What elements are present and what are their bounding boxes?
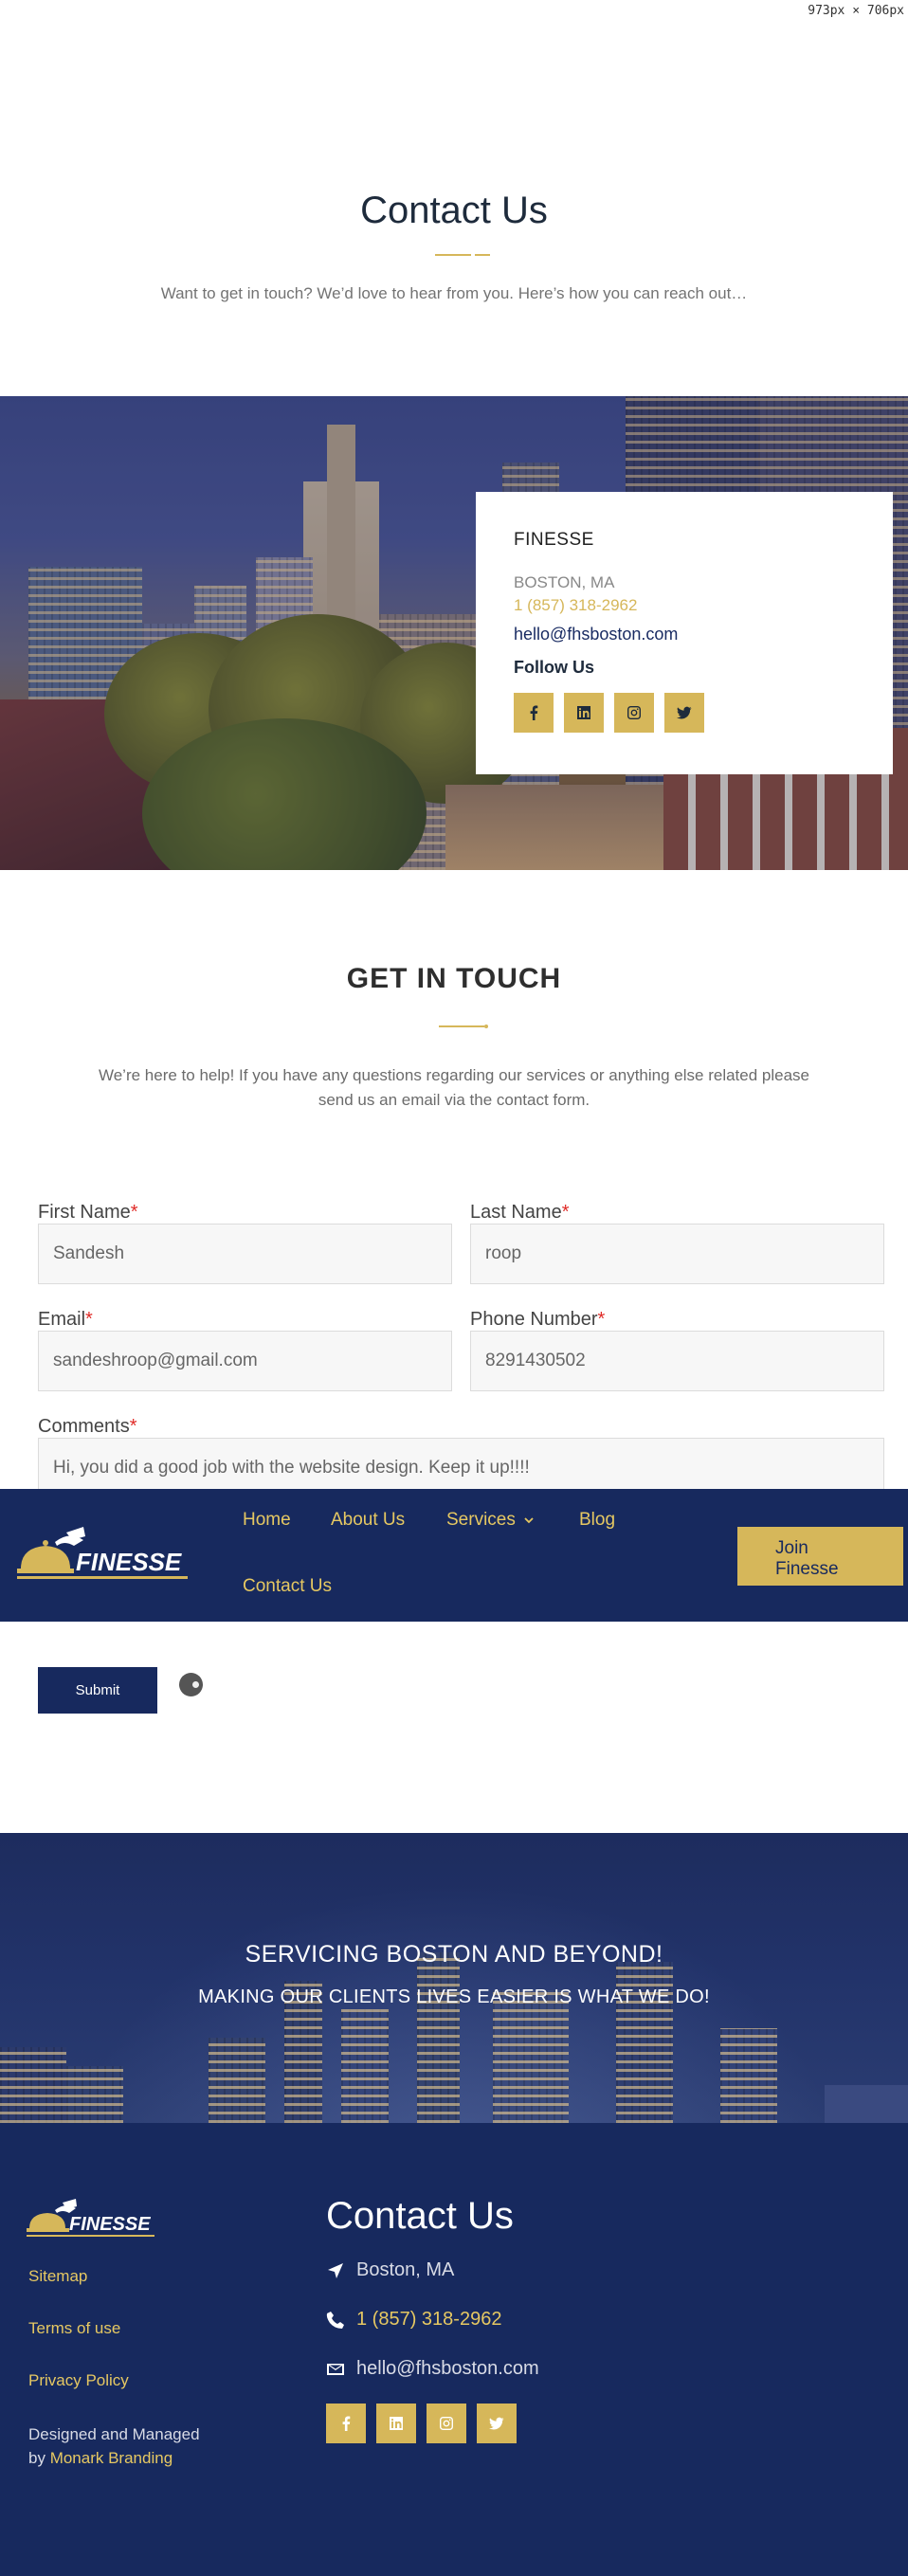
email-label: Email* [38, 1309, 93, 1330]
get-in-touch-text: We’re here to help! If you have any ques… [98, 1066, 810, 1109]
viewport-size-label: 973px × 706px [808, 4, 904, 18]
logo-text: FINESSE [76, 1548, 182, 1576]
linkedin-button[interactable] [564, 693, 604, 733]
last-name-input[interactable]: roop [470, 1224, 884, 1284]
company-city: BOSTON, MA [514, 573, 615, 591]
twitter-icon [489, 2417, 504, 2430]
twitter-icon [677, 706, 692, 719]
nav-about-us[interactable]: About Us [331, 1510, 405, 1531]
facebook-icon [342, 2416, 351, 2431]
nav-contact-us[interactable]: Contact Us [243, 1576, 332, 1597]
join-label-line2: Finesse [775, 1559, 839, 1579]
instagram-icon [627, 706, 641, 719]
instagram-icon [440, 2417, 453, 2430]
first-name-label: First Name* [38, 1202, 138, 1223]
get-in-touch-heading: GET IN TOUCH [346, 963, 562, 994]
title-divider [435, 254, 490, 256]
chevron-down-icon [524, 1517, 534, 1524]
linkedin-icon [390, 2417, 403, 2430]
monark-branding-link[interactable]: Monark Branding [50, 2449, 173, 2467]
footer-link-sitemap[interactable]: Sitemap [28, 2267, 87, 2286]
phone-input[interactable]: 8291430502 [470, 1331, 884, 1391]
footer-phone[interactable]: 1 (857) 318-2962 [356, 2309, 501, 2331]
instagram-button[interactable] [614, 693, 654, 733]
comments-label: Comments* [38, 1416, 137, 1437]
company-phone-link[interactable]: 1 (857) 318-2962 [514, 596, 855, 615]
join-label-line1: Join [775, 1538, 808, 1558]
envelope-icon [327, 2363, 344, 2375]
required-mark: * [129, 1416, 137, 1437]
credit-by: by [28, 2449, 50, 2467]
footer-link-terms[interactable]: Terms of use [28, 2319, 120, 2338]
submit-button[interactable]: Submit [38, 1667, 157, 1714]
page-subtitle: Want to get in touch? We’d love to hear … [160, 284, 748, 302]
location-arrow-icon [328, 2262, 343, 2278]
required-mark: * [85, 1309, 93, 1330]
nav-blog[interactable]: Blog [579, 1510, 615, 1531]
footer-city: Boston, MA [356, 2259, 455, 2280]
nav-services-label: Services [446, 1510, 516, 1530]
footer-link-privacy[interactable]: Privacy Policy [28, 2371, 129, 2390]
instagram-button[interactable] [427, 2404, 466, 2443]
twitter-button[interactable] [477, 2404, 517, 2443]
first-name-input[interactable]: Sandesh [38, 1224, 452, 1284]
footer-email[interactable]: hello@fhsboston.com [356, 2358, 539, 2380]
required-mark: * [597, 1309, 606, 1330]
servicing-boston-subheading: MAKING OUR CLIENTS LIVES EASIER IS WHAT … [198, 1986, 710, 2007]
boston-skyline-banner: SERVICING BOSTON AND BEYOND! MAKING OUR … [0, 1833, 908, 2123]
linkedin-icon [577, 706, 590, 719]
footer-social-links [326, 2404, 517, 2443]
required-mark: * [561, 1202, 570, 1223]
contact-info-card: FINESSE BOSTON, MA 1 (857) 318-2962 hell… [476, 492, 893, 774]
servicing-boston-heading: SERVICING BOSTON AND BEYOND! [245, 1941, 663, 1968]
linkedin-button[interactable] [376, 2404, 416, 2443]
page-title: Contact Us [360, 190, 548, 231]
facebook-button[interactable] [514, 693, 554, 733]
required-mark: * [130, 1202, 138, 1223]
last-name-label: Last Name* [470, 1202, 570, 1223]
service-bell-icon: FINESSE [27, 2199, 154, 2237]
footer-logo[interactable]: FINESSE [27, 2197, 154, 2242]
service-bell-icon: FINESSE [17, 1527, 188, 1579]
email-input[interactable]: sandeshroop@gmail.com [38, 1331, 452, 1391]
join-finesse-button[interactable]: Join Finesse [737, 1527, 903, 1586]
footer-contact-title: Contact Us [326, 2195, 514, 2237]
site-footer: FINESSE Sitemap Terms of use Privacy Pol… [0, 2123, 908, 2576]
contact-page: 973px × 706px Contact Us Want to get in … [0, 0, 908, 2576]
phone-label: Phone Number* [470, 1309, 606, 1330]
footer-phone-row[interactable]: 1 (857) 318-2962 [326, 2309, 501, 2331]
credit-line1: Designed and Managed [28, 2425, 200, 2443]
nav-services[interactable]: Services [446, 1510, 535, 1531]
company-name: FINESSE [514, 530, 594, 550]
get-in-touch-divider [439, 1025, 488, 1028]
social-links [514, 693, 855, 733]
facebook-button[interactable] [326, 2404, 366, 2443]
finesse-logo[interactable]: FINESSE [17, 1523, 188, 1589]
facebook-icon [530, 705, 538, 720]
footer-city-row: Boston, MA [326, 2259, 454, 2281]
loading-spinner-icon [179, 1673, 203, 1696]
follow-us-heading: Follow Us [514, 658, 594, 677]
sticky-navbar: FINESSE Home About Us Services Blog Cont… [0, 1489, 908, 1622]
phone-icon [326, 2311, 344, 2329]
logo-text: FINESSE [69, 2214, 151, 2235]
nav-home[interactable]: Home [243, 1510, 291, 1531]
footer-credit: Designed and Managed by Monark Branding [28, 2422, 200, 2470]
twitter-button[interactable] [664, 693, 704, 733]
footer-email-row[interactable]: hello@fhsboston.com [326, 2358, 539, 2380]
company-email-link[interactable]: hello@fhsboston.com [514, 625, 855, 644]
